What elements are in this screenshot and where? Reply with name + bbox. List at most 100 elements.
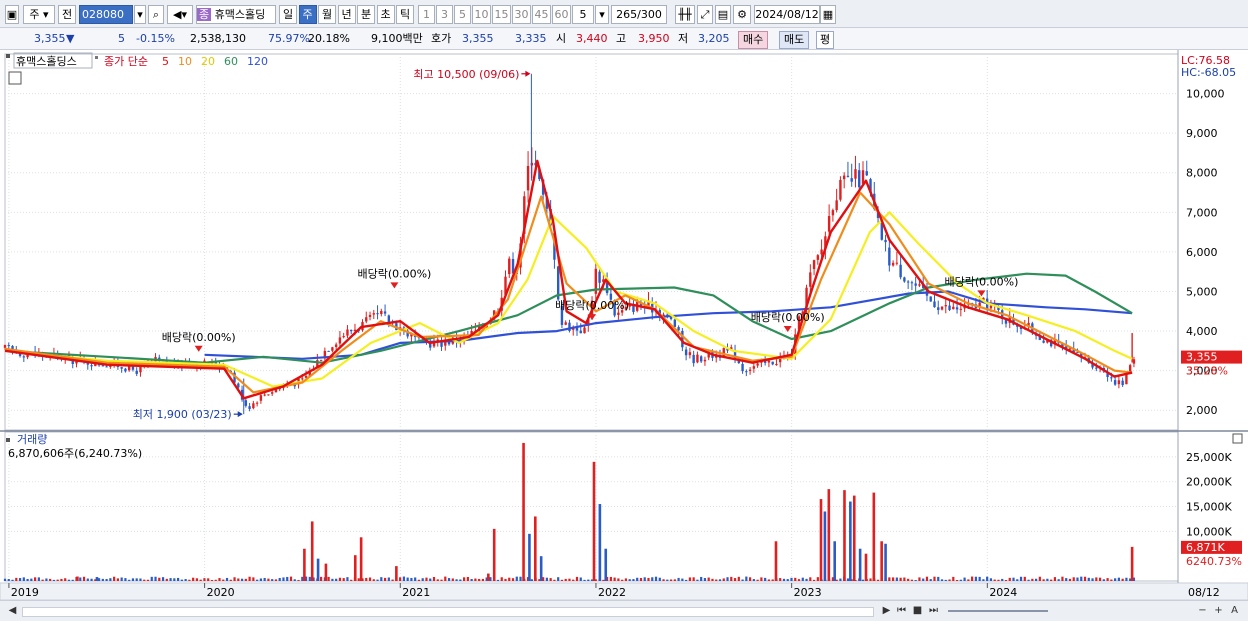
period-dropdown[interactable]: 주 ▾ bbox=[23, 5, 55, 24]
stock-chart[interactable]: 2,0003,0004,0005,0006,0007,0008,0009,000… bbox=[0, 50, 1248, 600]
volume-bar bbox=[229, 579, 232, 581]
interval-button[interactable]: 5 bbox=[454, 5, 471, 24]
volume-bar bbox=[240, 578, 244, 581]
volume-bar bbox=[846, 578, 850, 581]
period-tab[interactable]: 틱 bbox=[396, 5, 414, 24]
volume-bar bbox=[391, 579, 394, 581]
candle-body bbox=[255, 402, 259, 404]
grid-lines bbox=[0, 50, 1248, 600]
volume-bar bbox=[417, 579, 421, 581]
period-tab[interactable]: 초 bbox=[376, 5, 395, 24]
chart-background bbox=[0, 50, 1248, 600]
volume-bar bbox=[636, 577, 639, 581]
x-tick-label: 2022 bbox=[598, 586, 626, 599]
volume-bar bbox=[974, 576, 977, 581]
interval-button[interactable]: 1 bbox=[418, 5, 435, 24]
volume-bar bbox=[918, 577, 921, 581]
x-tick-label: 2023 bbox=[794, 586, 822, 599]
interval-button[interactable]: 3 bbox=[436, 5, 453, 24]
compare-button[interactable]: 전 bbox=[58, 5, 76, 24]
volume-bar bbox=[602, 579, 605, 581]
zoom-slider[interactable] bbox=[948, 610, 1048, 612]
chart-scrollbar[interactable]: ◀ ▶ ⏮ ■ ⏭ − + A bbox=[0, 600, 1248, 621]
code-input[interactable]: 028080 bbox=[79, 5, 133, 24]
x-tick-label: 2020 bbox=[207, 586, 235, 599]
gear-icon[interactable]: ⚙ bbox=[733, 5, 751, 24]
volume-bar bbox=[944, 579, 947, 581]
period-tab[interactable]: 년 bbox=[337, 5, 356, 24]
price-tick-label: 4,000 bbox=[1186, 325, 1218, 338]
zoom-in-icon[interactable]: + bbox=[1212, 604, 1225, 617]
volume-bar bbox=[143, 579, 146, 581]
candle-body bbox=[368, 314, 372, 317]
stock-name-field[interactable]: 종 휴맥스홀딩 bbox=[196, 5, 276, 24]
candle-type-icon[interactable]: ╫╫ bbox=[675, 5, 695, 24]
interval-button[interactable]: 60 bbox=[552, 5, 571, 24]
stop-icon[interactable]: ■ bbox=[911, 604, 924, 617]
candle-body bbox=[270, 392, 274, 394]
scroll-left-icon[interactable]: ◀ bbox=[6, 604, 19, 617]
volume-bar bbox=[1087, 577, 1090, 581]
volume-bar bbox=[1031, 578, 1034, 581]
volume-bar bbox=[993, 579, 996, 581]
volume-bar bbox=[222, 579, 225, 581]
volume-bar bbox=[440, 579, 443, 581]
volume-bar bbox=[718, 579, 722, 581]
interval-button[interactable]: 30 bbox=[512, 5, 531, 24]
count-field[interactable]: 265/300 bbox=[611, 5, 667, 24]
interval-dropdown-icon[interactable]: ▾ bbox=[595, 5, 609, 24]
rewind-icon[interactable]: ⏮ bbox=[895, 604, 908, 617]
date-field[interactable]: 2024/08/12 bbox=[754, 5, 820, 24]
calendar-icon[interactable]: ▦ bbox=[820, 5, 836, 24]
volume-bar bbox=[282, 577, 285, 581]
speaker-icon[interactable]: ◀▾ bbox=[167, 5, 193, 24]
period-tab[interactable]: 일 bbox=[279, 5, 297, 24]
volume-bar bbox=[816, 577, 819, 581]
volume-bar bbox=[237, 578, 240, 581]
save-icon[interactable]: ▤ bbox=[715, 5, 731, 24]
line-tool-icon[interactable]: ⤢ bbox=[697, 5, 713, 24]
candle-body bbox=[579, 330, 582, 334]
candle-body bbox=[120, 367, 123, 369]
scroll-track[interactable] bbox=[22, 607, 874, 617]
volume-bar bbox=[359, 537, 363, 581]
forward-icon[interactable]: ⏭ bbox=[927, 604, 940, 617]
volume-bar bbox=[1117, 577, 1120, 581]
volume-bar bbox=[971, 576, 974, 581]
volume-bar bbox=[955, 580, 959, 581]
average-button[interactable]: 평 bbox=[816, 31, 835, 49]
code-dropdown-icon[interactable]: ▾ bbox=[134, 5, 146, 24]
scroll-right-icon[interactable]: ▶ bbox=[880, 604, 893, 617]
volume-bar bbox=[195, 578, 199, 581]
interval-button[interactable]: 45 bbox=[532, 5, 551, 24]
x-tick-label: 2021 bbox=[402, 586, 430, 599]
sell-order-button[interactable]: 매도 bbox=[779, 31, 810, 49]
interval-select[interactable]: 5 bbox=[572, 5, 594, 24]
volume-bar bbox=[432, 577, 436, 581]
interval-button[interactable]: 10 bbox=[472, 5, 491, 24]
zoom-out-icon[interactable]: − bbox=[1196, 604, 1209, 617]
volume-bar bbox=[180, 579, 183, 581]
candle-body bbox=[989, 305, 993, 309]
volume-bar bbox=[3, 578, 7, 581]
volume-bar bbox=[982, 579, 985, 581]
period-tab[interactable]: 분 bbox=[357, 5, 375, 24]
candle-body bbox=[929, 296, 932, 302]
volume-bar bbox=[1008, 577, 1011, 581]
volume-bar bbox=[425, 577, 428, 581]
volume-bar bbox=[327, 576, 330, 581]
period-tab[interactable]: 월 bbox=[318, 5, 336, 24]
buy-order-button[interactable]: 매수 bbox=[738, 31, 769, 49]
candle-body bbox=[263, 394, 266, 396]
interval-button[interactable]: 15 bbox=[492, 5, 511, 24]
search-icon[interactable]: ⌕ bbox=[148, 5, 164, 24]
volume-bar bbox=[852, 495, 856, 581]
low-price: 3,205 bbox=[698, 32, 730, 45]
candle-body bbox=[383, 311, 387, 314]
volume-bar bbox=[903, 577, 906, 581]
period-tab[interactable]: 주 bbox=[298, 5, 317, 24]
volume-bar bbox=[986, 576, 989, 581]
window-icon[interactable]: ▣ bbox=[5, 5, 19, 24]
volume-bar bbox=[335, 578, 338, 581]
font-size-icon[interactable]: A bbox=[1228, 604, 1241, 617]
